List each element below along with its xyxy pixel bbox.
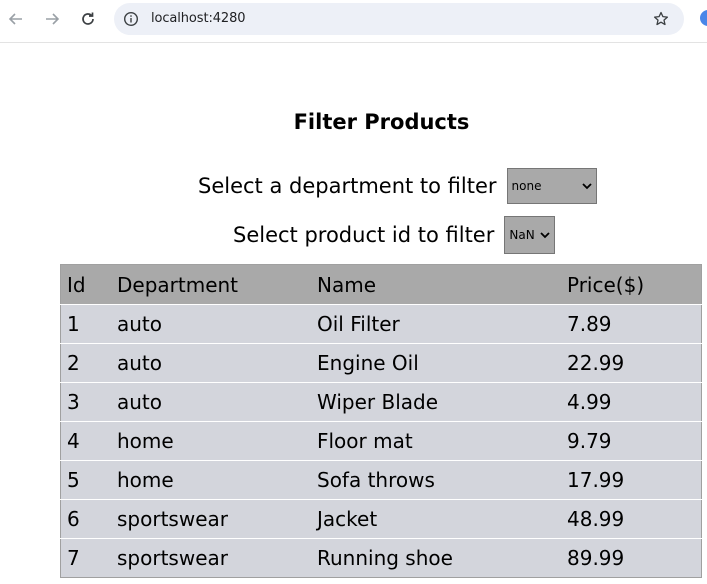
cell-id: 3 — [60, 382, 111, 422]
bookmark-star-icon[interactable] — [652, 10, 670, 28]
id-filter-row: Select product id to filter NaN — [233, 216, 556, 254]
table-row: 7 sportswear Running shoe 89.99 — [60, 538, 702, 578]
cell-price: 48.99 — [561, 499, 702, 539]
browser-toolbar: localhost:4280 — [0, 0, 707, 43]
cell-price: 89.99 — [561, 538, 702, 578]
page-title: Filter Products — [293, 110, 470, 134]
header-price: Price($) — [561, 264, 702, 305]
back-arrow-icon[interactable] — [4, 7, 28, 31]
chevron-down-icon — [581, 182, 592, 190]
profile-avatar-icon[interactable] — [700, 10, 707, 26]
product-id-select-value: NaN — [509, 228, 535, 242]
cell-id: 6 — [60, 499, 111, 539]
cell-department: auto — [111, 382, 311, 422]
cell-id: 4 — [60, 421, 111, 461]
table-row: 2 auto Engine Oil 22.99 — [60, 343, 702, 383]
department-filter-row: Select a department to filter none — [198, 168, 597, 204]
cell-department: home — [111, 421, 311, 461]
department-select-value: none — [511, 179, 542, 193]
cell-name: Jacket — [311, 499, 561, 539]
cell-id: 1 — [60, 304, 111, 344]
table-row: 4 home Floor mat 9.79 — [60, 421, 702, 461]
cell-name: Wiper Blade — [311, 382, 561, 422]
table-header-row: Id Department Name Price($) — [60, 264, 702, 305]
cell-id: 5 — [60, 460, 111, 500]
cell-price: 22.99 — [561, 343, 702, 383]
cell-department: sportswear — [111, 538, 311, 578]
cell-department: home — [111, 460, 311, 500]
url-text[interactable]: localhost:4280 — [151, 11, 246, 26]
table-row: 6 sportswear Jacket 48.99 — [60, 499, 702, 539]
cell-id: 7 — [60, 538, 111, 578]
table-row: 1 auto Oil Filter 7.89 — [60, 304, 702, 344]
product-id-select[interactable]: NaN — [504, 216, 556, 254]
table-row: 3 auto Wiper Blade 4.99 — [60, 382, 702, 422]
cell-price: 17.99 — [561, 460, 702, 500]
cell-price: 4.99 — [561, 382, 702, 422]
department-filter-label: Select a department to filter — [198, 174, 497, 198]
cell-name: Engine Oil — [311, 343, 561, 383]
site-info-icon[interactable] — [122, 10, 140, 28]
cell-id: 2 — [60, 343, 111, 383]
cell-name: Running shoe — [311, 538, 561, 578]
department-select[interactable]: none — [506, 168, 597, 204]
header-department: Department — [111, 264, 311, 305]
cell-department: auto — [111, 304, 311, 344]
address-bar[interactable]: localhost:4280 — [114, 3, 684, 35]
cell-name: Oil Filter — [311, 304, 561, 344]
table-row: 5 home Sofa throws 17.99 — [60, 460, 702, 500]
id-filter-label: Select product id to filter — [233, 223, 495, 247]
header-name: Name — [311, 264, 561, 305]
chevron-down-icon — [540, 231, 550, 239]
cell-department: auto — [111, 343, 311, 383]
header-id: Id — [60, 264, 111, 305]
cell-department: sportswear — [111, 499, 311, 539]
reload-icon[interactable] — [76, 7, 100, 31]
cell-name: Sofa throws — [311, 460, 561, 500]
cell-price: 7.89 — [561, 304, 702, 344]
forward-arrow-icon[interactable] — [40, 7, 64, 31]
cell-price: 9.79 — [561, 421, 702, 461]
products-table: Id Department Name Price($) 1 auto Oil F… — [60, 264, 702, 578]
cell-name: Floor mat — [311, 421, 561, 461]
